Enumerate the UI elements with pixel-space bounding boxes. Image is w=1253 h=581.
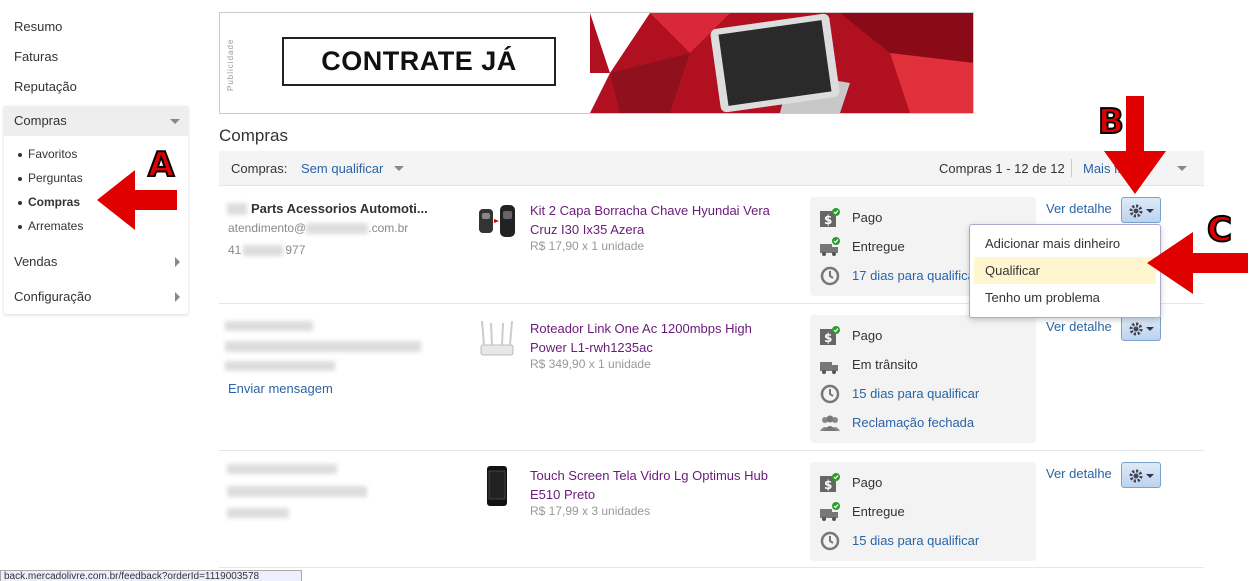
svg-text:$: $ bbox=[824, 478, 832, 492]
product-title-link[interactable]: Touch Screen Tela Vidro Lg Optimus Hub E… bbox=[530, 466, 790, 504]
purchase-row: Touch Screen Tela Vidro Lg Optimus Hub E… bbox=[219, 452, 1204, 568]
bullet-icon bbox=[18, 152, 22, 157]
clock-icon bbox=[820, 531, 840, 551]
ad-cta: CONTRATE JÁ bbox=[282, 37, 556, 86]
truck-icon bbox=[820, 362, 838, 374]
truck-check-icon bbox=[820, 502, 840, 521]
chevron-down-icon[interactable] bbox=[394, 166, 404, 171]
product-thumbnail[interactable] bbox=[475, 464, 519, 508]
product-price: R$ 17,90 x 1 unidade bbox=[530, 239, 645, 253]
view-detail-link[interactable]: Ver detalhe bbox=[1046, 319, 1112, 334]
seller-name[interactable]: Parts Acessorios Automoti... bbox=[251, 201, 428, 216]
menu-item-problem[interactable]: Tenho um problema bbox=[970, 284, 1160, 311]
sidebar-item-compras[interactable]: Compras bbox=[4, 106, 188, 136]
status-in-transit: Em trânsito bbox=[810, 350, 1036, 379]
product-thumbnail[interactable] bbox=[475, 199, 519, 243]
filter-label: Compras: bbox=[231, 161, 288, 176]
actions-dropdown: Adicionar mais dinheiro Qualificar Tenho… bbox=[969, 224, 1161, 318]
redacted-block bbox=[227, 486, 367, 497]
purchase-row: Enviar mensagem Roteador Link One Ac 120… bbox=[219, 305, 1204, 451]
chevron-down-icon bbox=[170, 119, 180, 124]
filter-bar: Compras: Sem qualificar Compras 1 - 12 d… bbox=[219, 151, 1204, 186]
annotation-arrow-c bbox=[1147, 232, 1248, 294]
ad-image bbox=[590, 13, 973, 113]
dollar-check-icon: $ bbox=[820, 473, 840, 492]
ad-banner[interactable]: Publicidade CONTRATE JÁ bbox=[219, 12, 974, 114]
annotation-letter-a: A bbox=[147, 144, 175, 186]
chevron-down-icon[interactable] bbox=[1177, 166, 1187, 171]
sidebar-group-title: Compras bbox=[14, 113, 67, 128]
filter-dropdown[interactable]: Sem qualificar bbox=[301, 161, 383, 176]
chevron-down-icon bbox=[1146, 327, 1154, 331]
view-detail-link[interactable]: Ver detalhe bbox=[1046, 201, 1112, 216]
people-icon bbox=[820, 415, 840, 431]
actions-menu-button[interactable] bbox=[1121, 197, 1161, 223]
gear-icon bbox=[1129, 469, 1143, 483]
ad-label: Publicidade bbox=[226, 38, 235, 91]
view-detail-link[interactable]: Ver detalhe bbox=[1046, 466, 1112, 481]
redacted-block bbox=[243, 245, 284, 257]
sidebar-item-reputacao[interactable]: Reputação bbox=[4, 72, 188, 102]
sidebar-item-resumo[interactable]: Resumo bbox=[4, 12, 188, 42]
bullet-icon bbox=[18, 224, 22, 229]
seller-email: atendimento@ .com.br bbox=[228, 221, 409, 235]
product-title-link[interactable]: Roteador Link One Ac 1200mbps High Power… bbox=[530, 319, 790, 357]
status-delivered: Entregue bbox=[810, 497, 1036, 526]
product-price: R$ 17,99 x 3 unidades bbox=[530, 504, 651, 518]
actions-menu-button[interactable] bbox=[1121, 462, 1161, 488]
bullet-icon bbox=[18, 200, 22, 205]
redacted-block bbox=[306, 223, 369, 235]
product-thumbnail[interactable] bbox=[475, 317, 519, 361]
annotation-letter-c: C bbox=[1206, 209, 1233, 251]
chevron-right-icon bbox=[175, 292, 180, 302]
menu-item-add-money[interactable]: Adicionar mais dinheiro bbox=[970, 230, 1160, 257]
sidebar-item-faturas[interactable]: Faturas bbox=[4, 42, 188, 72]
svg-text:$: $ bbox=[824, 331, 832, 345]
result-count: Compras 1 - 12 de 12 bbox=[939, 161, 1065, 176]
product-price: R$ 349,90 x 1 unidade bbox=[530, 357, 651, 371]
redacted-block bbox=[227, 508, 289, 518]
chevron-down-icon bbox=[1146, 209, 1154, 213]
redacted-block bbox=[225, 341, 421, 352]
dollar-check-icon: $ bbox=[820, 208, 840, 227]
redacted-block bbox=[227, 464, 337, 474]
chevron-down-icon bbox=[1146, 474, 1154, 478]
product-title-link[interactable]: Kit 2 Capa Borracha Chave Hyundai Vera C… bbox=[530, 201, 790, 239]
sidebar-item-configuracao[interactable]: Configuração bbox=[4, 279, 188, 314]
chevron-right-icon bbox=[175, 257, 180, 267]
redacted-block bbox=[227, 203, 247, 215]
status-box: $ Pago Entregue 15 dias para qualificar bbox=[810, 462, 1036, 561]
gear-icon bbox=[1129, 322, 1143, 336]
browser-status-url: back.mercadolivre.com.br/feedback?orderI… bbox=[0, 570, 302, 581]
status-claim-link[interactable]: Reclamação fechada bbox=[810, 408, 1036, 437]
clock-icon bbox=[820, 266, 840, 286]
seller-phone: 41 977 bbox=[228, 243, 306, 257]
svg-text:$: $ bbox=[824, 213, 832, 227]
status-paid: $ Pago bbox=[810, 468, 1036, 497]
redacted-block bbox=[225, 321, 313, 331]
status-paid: $ Pago bbox=[810, 321, 1036, 350]
truck-check-icon bbox=[820, 237, 840, 256]
divider bbox=[1071, 159, 1072, 177]
clock-icon bbox=[820, 384, 840, 404]
send-message-link[interactable]: Enviar mensagem bbox=[228, 381, 333, 396]
bullet-icon bbox=[18, 176, 22, 181]
status-qualify-link[interactable]: 15 dias para qualificar bbox=[810, 526, 1036, 555]
annotation-letter-b: B bbox=[1097, 101, 1125, 143]
page-title: Compras bbox=[219, 126, 288, 145]
status-qualify-link[interactable]: 15 dias para qualificar bbox=[810, 379, 1036, 408]
actions-menu-button[interactable] bbox=[1121, 315, 1161, 341]
menu-item-qualificar[interactable]: Qualificar bbox=[974, 257, 1156, 284]
dollar-check-icon: $ bbox=[820, 326, 840, 345]
status-box: $ Pago Em trânsito 15 dias para qualific… bbox=[810, 315, 1036, 443]
gear-icon bbox=[1129, 204, 1143, 218]
sidebar-item-vendas[interactable]: Vendas bbox=[4, 244, 188, 279]
redacted-block bbox=[225, 361, 335, 371]
